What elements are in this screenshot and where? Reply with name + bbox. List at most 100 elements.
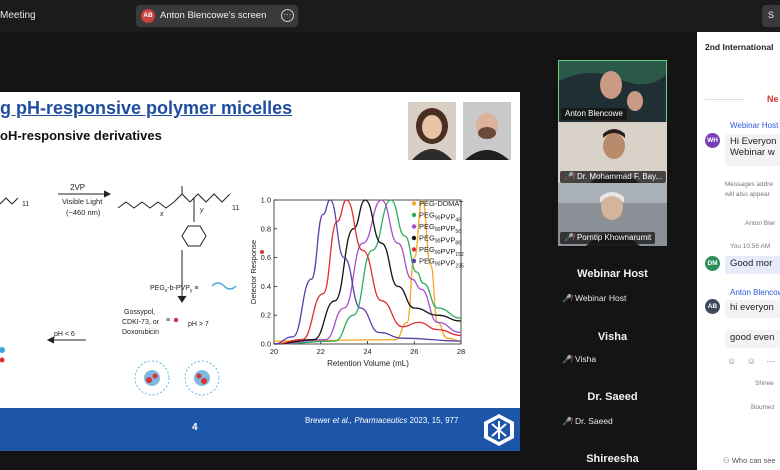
tile-label-mohammad: 🎤̸ Dr. Mohammad F. Bay... xyxy=(560,171,667,183)
participant-sub-visha[interactable]: 🎤̸ Visha xyxy=(562,354,596,364)
drug-cdki: CDKI-73, or xyxy=(122,319,160,326)
chart-legend-marker-3 xyxy=(411,235,417,241)
chart-x-tick-label: 26 xyxy=(410,347,418,356)
chart-legend-marker-1 xyxy=(411,212,417,218)
chat-author-anton: Anton Blencowe xyxy=(730,288,780,297)
participant-name-webinar-host: Webinar Host xyxy=(577,268,648,280)
presenter-avatar: AB xyxy=(141,9,155,23)
presenter-photo-woman xyxy=(408,102,456,160)
mic-off-icon: 🎤̸ xyxy=(562,355,572,364)
chart-legend: PEG-DDMATPEG90PVP46PEG90PVP56PEG90PVP86P… xyxy=(411,199,464,270)
reaction-scheme: 11 2VP Visible Light (~460 nm) x y 11 PE… xyxy=(0,183,239,396)
chat-visibility-note[interactable]: ⚇ Who can see xyxy=(723,456,776,465)
chat-message-4[interactable]: good even xyxy=(725,330,780,348)
presenter-photo-man xyxy=(463,102,511,160)
chart-x-tick-label: 24 xyxy=(363,347,371,356)
ph-low-label: pH < 6 xyxy=(54,331,75,338)
peg-pvp-label: PEGx-b-PVPy ≡ xyxy=(150,285,198,294)
chat-header-title: 2nd International xyxy=(705,42,774,52)
polymer-chain-symbol xyxy=(211,282,237,290)
more-icon[interactable]: ⋯ xyxy=(281,9,294,22)
drug-doxorubicin: Doxorubicin xyxy=(122,329,159,336)
chat-avatar-webinar-host: WH xyxy=(705,133,720,148)
reagent-2vp: 2VP xyxy=(70,183,85,192)
participant-name-visha: Visha xyxy=(597,331,628,343)
chart-y-axis-label: Detector Response xyxy=(249,240,258,304)
gpc-chart: 20 22 24 26 280.00.20.40.60.81.0 PEG-DDMATPE… xyxy=(249,196,465,369)
subscript-11-right: 11 xyxy=(232,205,239,212)
video-tile-mohammad[interactable]: 🎤̸ Dr. Mohammad F. Bay... xyxy=(558,122,667,185)
slide-footer: 4 Brewer et al., Pharmaceutics 2023, 15,… xyxy=(0,408,520,451)
teams-meeting-window: Meeting AB Anton Blencowe's screen ⋯ S g… xyxy=(0,0,780,470)
chat-reader-2: Boumez xyxy=(751,404,775,411)
micelle-fragment xyxy=(0,347,5,353)
chart-legend-marker-5 xyxy=(411,258,417,264)
slide-title: g pH-responsive polymer micelles xyxy=(0,98,293,118)
chat-system-note-line-1: Messages addre xyxy=(725,181,774,188)
slide-page-number: 4 xyxy=(192,422,198,433)
drug-eq-symbol: ≡ xyxy=(166,317,170,324)
mic-off-icon: 🎤̸ xyxy=(562,294,572,303)
participant-name-shireesha: Shireesha xyxy=(586,453,639,465)
subscript-11-left: 11 xyxy=(22,201,29,208)
chat-message-1[interactable]: Hi Everyon Webinar w xyxy=(725,134,780,166)
chart-y-tick-label: 0.2 xyxy=(261,311,271,320)
chat-system-note-author: Anton Bler xyxy=(745,220,776,227)
chat-message-2[interactable]: Good mor xyxy=(725,256,780,274)
chart-x-tick-label: 28 xyxy=(457,347,465,356)
chart-legend-label-0: PEG-DDMAT xyxy=(419,199,464,208)
chat-message-1-line-1: Hi Everyon xyxy=(730,136,777,147)
video-tile-porntip[interactable]: 🎤̸ Porntip Khownarumit xyxy=(558,183,667,246)
chart-legend-marker-0 xyxy=(411,201,417,206)
chat-reader-1: Shiree xyxy=(755,380,774,387)
meeting-top-bar: Meeting AB Anton Blencowe's screen ⋯ S xyxy=(0,0,780,32)
tile-label-porntip: 🎤̸ Porntip Khownarumit xyxy=(560,232,656,244)
shared-slide: g pH-responsive polymer micelles oH-resp… xyxy=(0,92,520,451)
chart-legend-marker-2 xyxy=(411,224,417,229)
slide-citation: Brewer et al., Pharmaceutics 2023, 15, 9… xyxy=(305,416,459,425)
chart-y-tick-label: 1.0 xyxy=(261,196,271,205)
chat-panel: 2nd International Ne WH Webinar Host Hi … xyxy=(697,32,780,470)
chart-side-marker xyxy=(260,250,264,254)
screen-share-label: Anton Blencowe's screen xyxy=(160,10,267,21)
top-right-button[interactable]: S xyxy=(762,5,780,27)
mic-off-icon: 🎤̸ xyxy=(564,172,574,181)
subscript-x: x xyxy=(159,211,164,218)
micelle-2 xyxy=(184,360,220,396)
people-icon: ⚇ xyxy=(723,456,732,465)
drug-gossypol: Gossypol, xyxy=(124,309,155,316)
meeting-title: Meeting xyxy=(0,10,36,21)
screen-share-indicator[interactable]: AB Anton Blencowe's screen ⋯ xyxy=(136,5,298,27)
chat-avatar-anton: AB xyxy=(705,299,720,314)
chat-avatar-self: DM xyxy=(705,256,720,271)
chat-system-note-line-2: will also appear xyxy=(725,191,770,198)
chat-new-marker: Ne xyxy=(767,94,779,104)
participant-name-saeed: Dr. Saeed xyxy=(587,391,638,403)
chart-x-tick-label: 22 xyxy=(317,347,325,356)
chart-legend-marker-4 xyxy=(411,247,417,252)
micelle-fragment-drug xyxy=(0,357,5,363)
chart-y-tick-label: 0.4 xyxy=(261,282,271,291)
participant-sub-saeed[interactable]: 🎤̸ Dr. Saeed xyxy=(562,416,613,426)
chat-reaction-icons[interactable]: ☺ ☺ ⋯ xyxy=(727,356,779,367)
reagent-visible-light: Visible Light xyxy=(62,197,103,206)
chat-new-divider xyxy=(705,99,745,100)
participant-sub-webinar-host[interactable]: 🎤̸ Webinar Host xyxy=(562,293,626,303)
ph-high-label: pH > 7 xyxy=(188,321,209,328)
mic-off-icon: 🎤̸ xyxy=(562,417,572,426)
video-tile-anton[interactable]: Anton Blencowe xyxy=(558,60,667,123)
chart-y-tick-label: 0.0 xyxy=(261,340,271,349)
mic-off-icon: 🎤̸ xyxy=(564,233,574,242)
university-logo-icon xyxy=(484,414,514,446)
chart-y-tick-label: 0.6 xyxy=(261,253,271,262)
chat-message-3[interactable]: hi everyon xyxy=(725,300,780,318)
tile-label-anton: Anton Blencowe xyxy=(561,108,627,120)
subscript-y: y xyxy=(199,207,204,214)
drug-dot xyxy=(173,317,179,323)
chat-message-1-line-2: Webinar w xyxy=(730,147,775,158)
chart-y-tick-label: 0.8 xyxy=(261,224,271,233)
chat-message-2-meta: You 10:56 AM xyxy=(730,243,771,250)
chart-legend-label-5: PEG90PVP235 xyxy=(419,257,464,270)
chart-x-axis-label: Retention Volume (mL) xyxy=(327,359,409,368)
micelle-1 xyxy=(134,360,170,396)
